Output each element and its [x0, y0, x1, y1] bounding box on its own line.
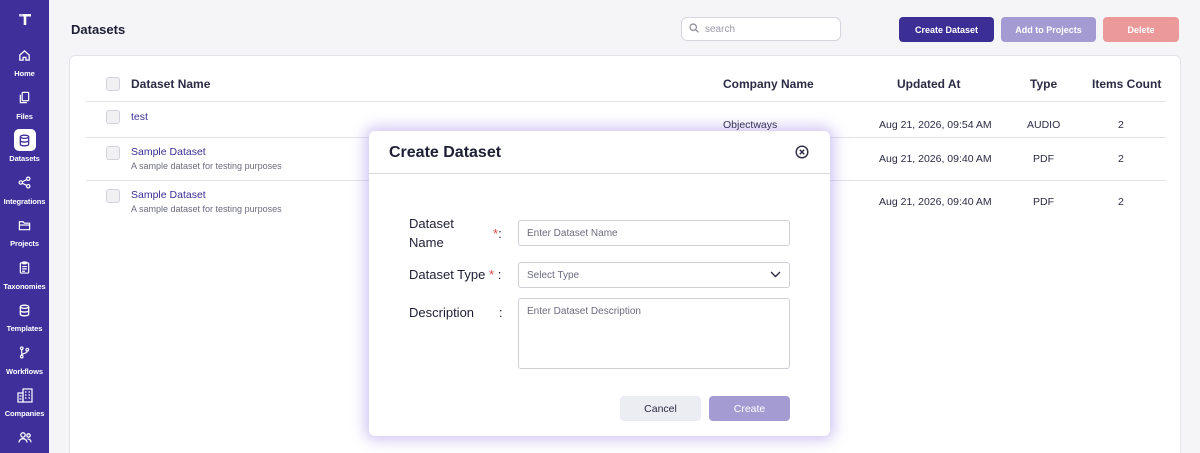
modal-title: Create Dataset	[389, 144, 502, 161]
description-label: Description	[409, 305, 475, 320]
modal-divider	[369, 173, 830, 174]
sidebar-item-templates[interactable]: Templates	[0, 299, 49, 342]
dataset-type: AUDIO	[1027, 119, 1061, 131]
required-mark: *	[489, 267, 495, 282]
sidebar-nav: Home Files Datasets Integrations Project…	[0, 44, 49, 453]
select-placeholder: Select Type	[527, 269, 580, 281]
sidebar-item-label: Templates	[6, 324, 43, 333]
items-count: 2	[1118, 153, 1124, 165]
row-checkbox[interactable]	[106, 110, 120, 124]
users-icon	[14, 427, 36, 449]
sidebar-item-taxonomies[interactable]: Taxonomies	[0, 257, 49, 300]
sidebar-item-label: Integrations	[3, 196, 46, 206]
column-company-name[interactable]: Company Name	[723, 77, 814, 91]
column-dataset-name[interactable]: Dataset Name	[131, 77, 210, 91]
dataset-name[interactable]: test	[131, 111, 148, 123]
sidebar-item-datasets[interactable]: Datasets	[0, 129, 49, 172]
app-logo-icon[interactable]	[15, 12, 35, 26]
colon: :	[497, 267, 502, 282]
items-count: 2	[1118, 196, 1124, 208]
clipboard-icon	[14, 257, 36, 279]
table-header: Dataset Name Company Name Updated At Typ…	[86, 56, 1166, 102]
files-icon	[14, 87, 36, 109]
integrations-icon	[14, 172, 36, 194]
company-name: Objectways	[723, 119, 778, 131]
cancel-button[interactable]: Cancel	[620, 396, 701, 421]
folder-icon	[14, 214, 36, 236]
search-input[interactable]	[705, 23, 825, 35]
close-icon[interactable]	[795, 145, 809, 159]
templates-icon	[14, 299, 36, 321]
add-to-projects-button[interactable]: Add to Projects	[1001, 17, 1096, 42]
search-icon	[689, 20, 699, 38]
sidebar-item-label: Projects	[10, 239, 39, 248]
updated-at: Aug 21, 2026, 09:54 AM	[879, 119, 992, 131]
updated-at: Aug 21, 2026, 09:40 AM	[879, 196, 992, 208]
colon: :	[498, 226, 502, 241]
dataset-description: A sample dataset for testing purposes	[131, 161, 282, 171]
dataset-name-label: Dataset Name	[409, 214, 454, 252]
colon: :	[499, 305, 503, 320]
column-updated-at[interactable]: Updated At	[897, 77, 961, 91]
row-checkbox[interactable]	[106, 146, 120, 160]
dataset-description: A sample dataset for testing purposes	[131, 204, 282, 214]
dataset-type-label: Dataset Type * :	[409, 265, 501, 284]
workflow-icon	[14, 342, 36, 364]
create-dataset-button[interactable]: Create Dataset	[899, 17, 994, 42]
sidebar-item-users[interactable]	[0, 427, 49, 453]
dataset-name[interactable]: Sample Dataset	[131, 189, 206, 201]
create-button[interactable]: Create	[709, 396, 790, 421]
building-icon	[14, 384, 36, 406]
dataset-type-select[interactable]: Select Type	[518, 262, 790, 288]
sidebar-item-integrations[interactable]: Integrations	[0, 172, 49, 215]
sidebar-item-home[interactable]: Home	[0, 44, 49, 87]
column-type[interactable]: Type	[1030, 77, 1057, 91]
sidebar-item-label: Files	[16, 111, 33, 121]
select-all-checkbox[interactable]	[106, 77, 120, 91]
sidebar-item-label: Companies	[4, 409, 45, 418]
sidebar: Home Files Datasets Integrations Project…	[0, 0, 49, 453]
sidebar-item-projects[interactable]: Projects	[0, 214, 49, 257]
required-colon: *:	[493, 226, 502, 241]
chevron-down-icon	[770, 270, 781, 281]
column-items-count[interactable]: Items Count	[1092, 77, 1161, 91]
dataset-name-label-line2: Name	[409, 235, 444, 250]
dataset-name[interactable]: Sample Dataset	[131, 146, 206, 158]
dataset-name-label-line1: Dataset	[409, 216, 454, 231]
sidebar-item-label: Home	[14, 69, 35, 78]
sidebar-item-workflows[interactable]: Workflows	[0, 342, 49, 385]
row-checkbox[interactable]	[106, 189, 120, 203]
datasets-icon	[13, 129, 36, 151]
items-count: 2	[1118, 119, 1124, 131]
sidebar-item-label: Taxonomies	[3, 281, 46, 291]
create-dataset-modal: Create Dataset Dataset Name *: Dataset T…	[369, 131, 830, 436]
sidebar-item-label: Workflows	[6, 366, 43, 376]
sidebar-item-companies[interactable]: Companies	[0, 384, 49, 427]
dataset-type: PDF	[1033, 153, 1054, 165]
sidebar-item-label: Datasets	[9, 154, 40, 163]
sidebar-item-files[interactable]: Files	[0, 87, 49, 130]
search-box[interactable]	[681, 17, 841, 41]
dataset-type: PDF	[1033, 196, 1054, 208]
description-textarea[interactable]	[518, 298, 790, 369]
page-title: Datasets	[71, 22, 126, 37]
delete-button[interactable]: Delete	[1103, 17, 1179, 42]
dataset-type-label-text: Dataset Type	[409, 267, 486, 282]
home-icon	[14, 44, 36, 66]
updated-at: Aug 21, 2026, 09:40 AM	[879, 153, 992, 165]
dataset-name-input[interactable]	[518, 220, 790, 246]
